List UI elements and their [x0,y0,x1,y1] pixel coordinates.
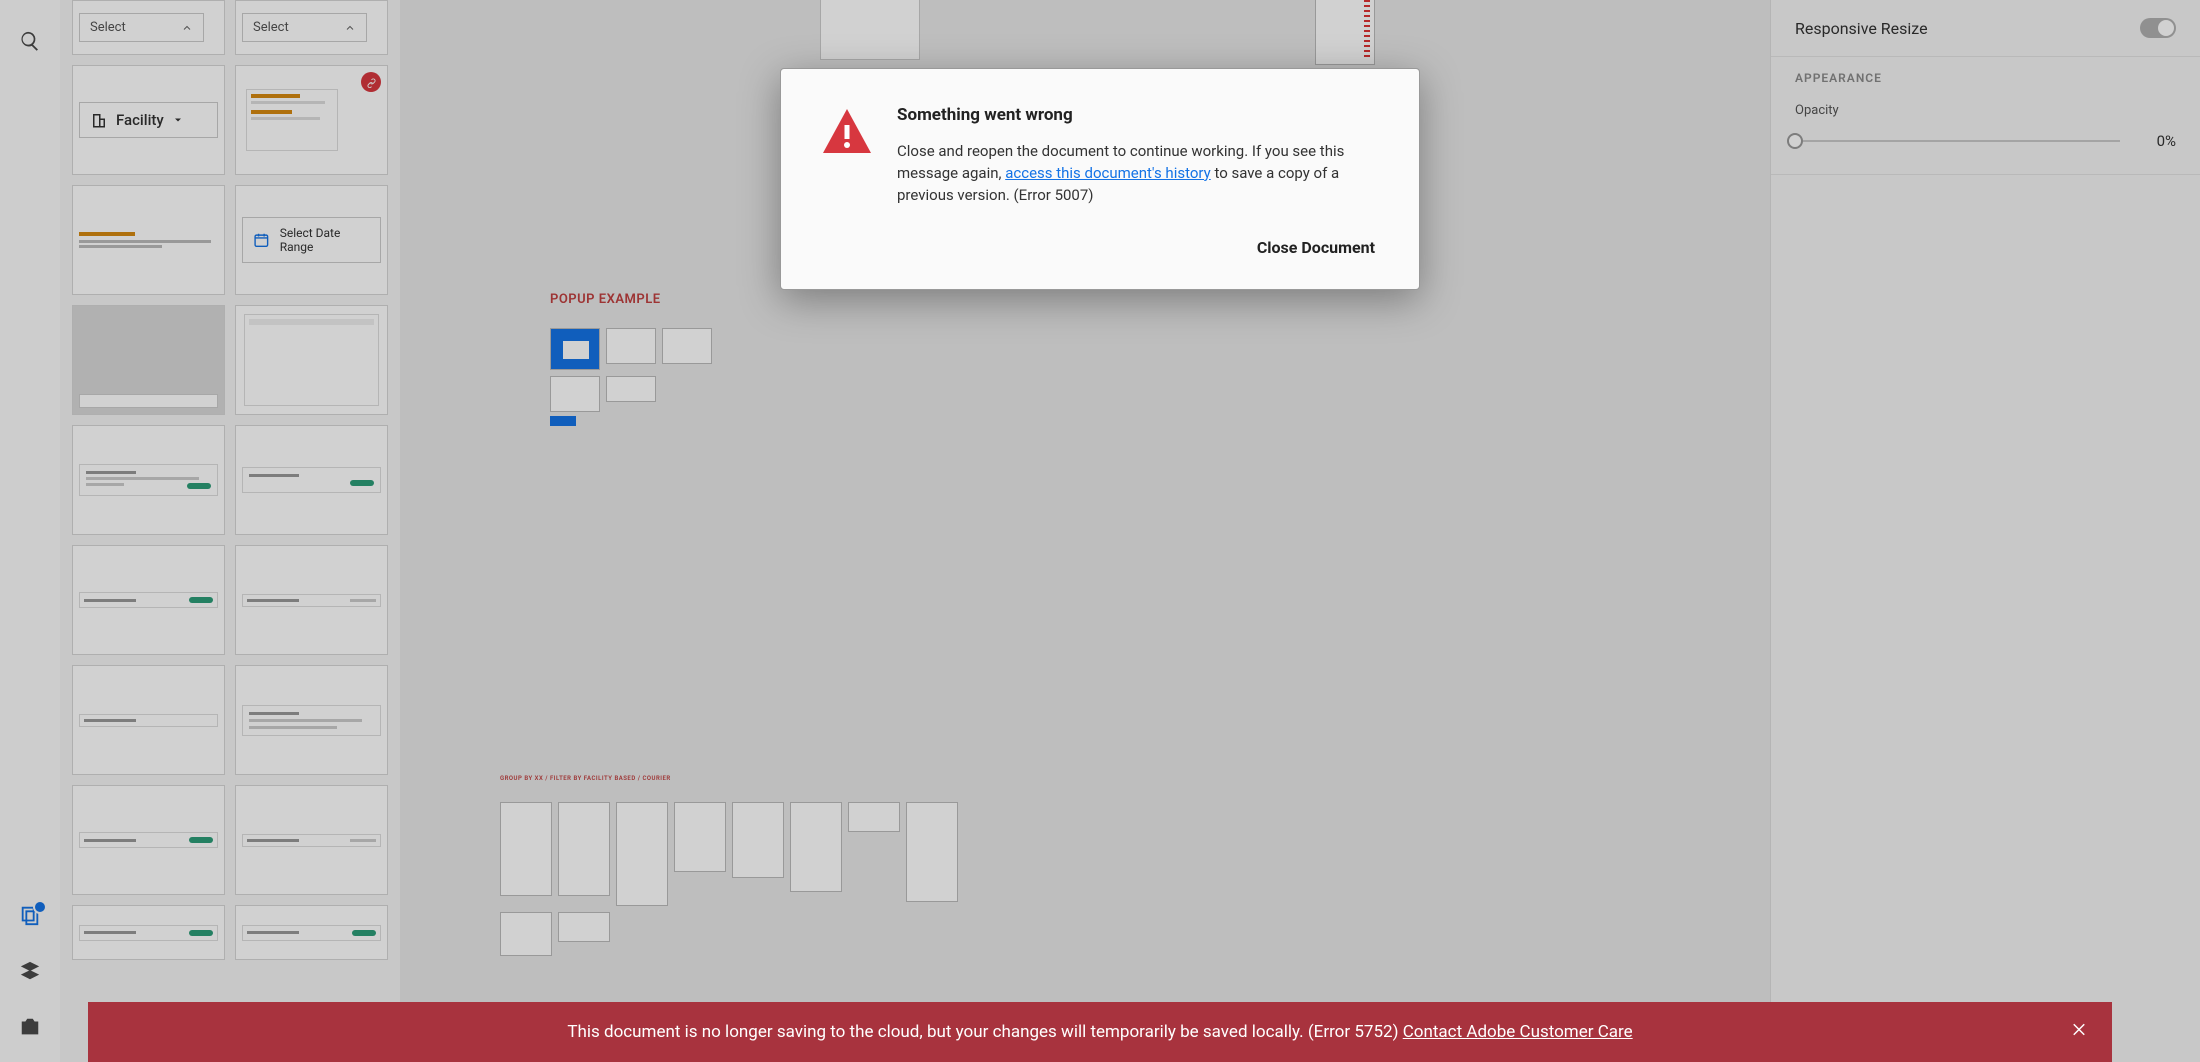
modal-text: Close and reopen the document to continu… [897,141,1379,206]
error-banner: This document is no longer saving to the… [88,1002,2112,1062]
warning-icon [821,105,873,206]
error-banner-text: This document is no longer saving to the… [567,1022,1402,1042]
close-document-button[interactable]: Close Document [1253,232,1379,263]
error-modal: Something went wrong Close and reopen th… [780,68,1420,290]
error-banner-link[interactable]: Contact Adobe Customer Care [1403,1022,1633,1042]
modal-history-link[interactable]: access this document's history [1005,164,1211,182]
modal-title: Something went wrong [897,105,1379,125]
close-icon[interactable] [2070,1021,2088,1044]
